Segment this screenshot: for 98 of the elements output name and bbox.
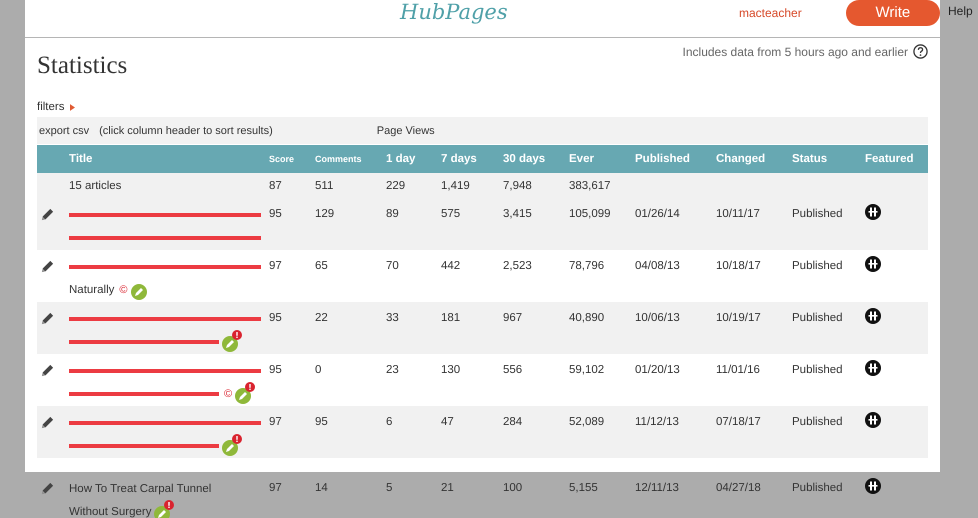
table-cell-text: 129 — [315, 207, 336, 222]
pencil-icon[interactable] — [40, 259, 55, 274]
table-cell-text: 04/08/13 — [635, 259, 681, 274]
column-header[interactable]: Changed — [716, 153, 792, 165]
table-cell-text: 0 — [315, 363, 322, 378]
total-cell-text: 7,948 — [503, 179, 533, 194]
article-title-link[interactable]: Naturally — [69, 278, 114, 300]
table-cell-text: 52,089 — [569, 415, 606, 430]
column-header[interactable]: Title — [69, 153, 269, 165]
total-cell-text: 1,419 — [441, 179, 471, 194]
table-cell-text: 97 — [269, 415, 283, 430]
copyright-mark: © — [119, 282, 128, 298]
table-cell-text: 442 — [441, 259, 462, 274]
table-cell-text: 11/12/13 — [635, 415, 680, 430]
column-header[interactable]: 30 days — [503, 153, 569, 165]
column-header[interactable]: Score — [269, 154, 315, 164]
column-header[interactable]: 1 day — [386, 153, 441, 165]
site-logo[interactable]: HubPages — [400, 0, 508, 24]
caret-icon[interactable] — [70, 104, 76, 110]
table-cell-text: 105,099 — [569, 207, 612, 222]
table-cell-text: 95 — [269, 363, 283, 378]
status-cell-text: Published — [792, 207, 844, 222]
table-cell-text: 01/20/13 — [635, 363, 681, 378]
export-csv-link[interactable]: export csv — [39, 124, 90, 136]
pencil-icon[interactable] — [40, 311, 55, 326]
table-cell-text: 5 — [386, 481, 394, 496]
pencil-badge-icon[interactable] — [235, 388, 252, 404]
column-header[interactable]: Published — [635, 153, 716, 165]
table-cell-text: 14 — [315, 481, 329, 496]
table-cell-text: 10/11/17 — [716, 207, 761, 222]
pencil-icon[interactable] — [40, 415, 55, 430]
table-cell-text: 10/19/17 — [716, 311, 762, 326]
table-cell-text: 556 — [503, 363, 524, 378]
table-cell-text: 10/06/13 — [635, 311, 681, 326]
total-cell-text: 229 — [386, 179, 406, 194]
table-cell-text: 47 — [441, 415, 455, 430]
table-cell-text: 97 — [269, 259, 283, 274]
column-header[interactable]: Featured — [865, 153, 928, 165]
table-cell-text: 575 — [441, 207, 462, 222]
table-cell-text: 33 — [386, 311, 400, 326]
table-cell-text: 65 — [315, 259, 329, 274]
article-title-link[interactable]: How To Treat Carpal Tunnel — [69, 478, 212, 500]
table-cell-text: 97 — [269, 481, 283, 496]
table-cell-text: 12/11/13 — [635, 481, 680, 496]
total-cell-text: 383,617 — [569, 179, 612, 194]
table-cell-text: 07/18/17 — [716, 415, 762, 430]
table-cell-text: 2,523 — [503, 259, 533, 274]
pencil-icon[interactable] — [40, 207, 55, 222]
table-cell-text: 100 — [503, 481, 524, 496]
page-views-heading: Page Views — [376, 124, 435, 136]
pencil-icon[interactable] — [40, 481, 55, 496]
table-cell-text: 04/27/18 — [716, 481, 762, 496]
status-cell-text: Published — [792, 415, 844, 430]
table-cell-text: 22 — [315, 311, 329, 326]
column-header[interactable]: Status — [792, 153, 865, 165]
data-note: Includes data from 5 hours ago and earlier — [682, 44, 908, 58]
table-cell-text: 95 — [315, 415, 329, 430]
table-cell-text: 284 — [503, 415, 524, 430]
table-cell-text: 21 — [441, 481, 455, 496]
filters-toggle[interactable]: filters — [37, 101, 64, 113]
help-icon[interactable] — [913, 44, 928, 59]
username-link[interactable]: macteacher — [739, 6, 802, 20]
page-title: Statistics — [37, 52, 128, 80]
table-cell-text: 95 — [269, 311, 283, 326]
table-cell-text: 70 — [386, 259, 400, 274]
write-button[interactable]: Write — [846, 0, 940, 26]
article-title-link[interactable]: Without Surgery — [69, 500, 152, 518]
table-cell-text: 95 — [269, 207, 283, 222]
table-cell-text: 967 — [503, 311, 524, 326]
table-cell-text: 40,890 — [569, 311, 606, 326]
column-header[interactable]: Comments — [315, 154, 386, 164]
table-cell-text: 5,155 — [569, 481, 599, 496]
table-cell-text: 10/18/17 — [716, 259, 762, 274]
help-link[interactable]: Help — [948, 4, 973, 18]
pencil-badge-icon[interactable] — [222, 440, 238, 456]
table-cell-text: 6 — [386, 415, 394, 430]
table-cell-text: 130 — [441, 363, 462, 378]
status-cell-text: Published — [792, 481, 844, 496]
table-cell-text: 23 — [386, 363, 400, 378]
table-cell-text: 01/26/14 — [635, 207, 681, 222]
status-cell-text: Published — [792, 311, 844, 326]
sort-hint: (click column header to sort results) — [99, 124, 273, 136]
table-cell-text: 59,102 — [569, 363, 606, 378]
status-cell-text: Published — [792, 363, 844, 378]
copyright-mark: © — [224, 386, 232, 402]
column-header[interactable]: Ever — [569, 153, 635, 165]
total-cell-text: 87 — [269, 179, 283, 194]
pencil-icon[interactable] — [40, 363, 55, 378]
pencil-badge-icon[interactable] — [222, 336, 238, 352]
status-cell-text: Published — [792, 259, 844, 274]
table-cell-text: 3,415 — [503, 207, 533, 222]
table-cell-text: 78,796 — [569, 259, 606, 274]
table-cell-text: 89 — [386, 207, 400, 222]
table-cell-text: 181 — [441, 311, 462, 326]
total-cell-text: 511 — [315, 179, 334, 194]
column-header[interactable]: 7 days — [441, 153, 503, 165]
table-cell-text: 11/01/16 — [716, 363, 761, 378]
article-count: 15 articles — [69, 179, 122, 194]
